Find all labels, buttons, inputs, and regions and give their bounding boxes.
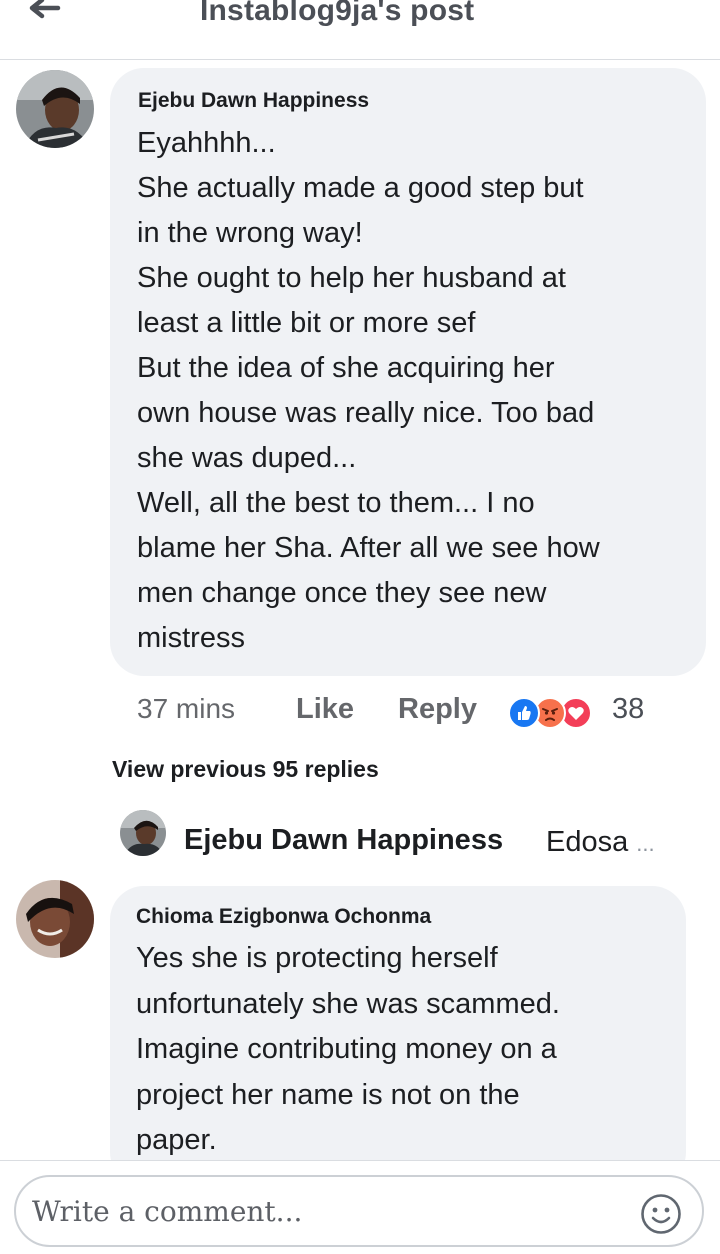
comment-line: men change once they see new (137, 577, 547, 609)
comment-line: mistress (137, 622, 245, 654)
comment-actions: 37 mins Like Reply 38 (0, 683, 720, 733)
reactions-summary[interactable] (508, 697, 600, 729)
like-reaction-icon (508, 697, 540, 729)
comment-composer-bar (0, 1160, 720, 1254)
comment-line: Well, all the best to them... I no (137, 487, 535, 519)
comment-text: Eyahhhh... She actually made a good step… (137, 121, 600, 661)
reaction-count[interactable]: 38 (612, 693, 644, 726)
avatar[interactable] (16, 880, 94, 958)
comment-line: in the wrong way! (137, 217, 363, 249)
comment-line: Eyahhhh... (137, 127, 276, 159)
comment-line: she was duped... (137, 442, 357, 474)
comment-line: blame her Sha. After all we see how (137, 532, 600, 564)
comment-line: But the idea of she acquiring her (137, 352, 555, 384)
comment-input[interactable] (32, 1189, 612, 1233)
arrow-left-icon (29, 0, 61, 19)
comment-line: paper. (136, 1124, 217, 1156)
like-button[interactable]: Like (296, 693, 354, 726)
reply-snippet: Edosa ... (546, 826, 655, 859)
comment-line: own house was really nice. Too bad (137, 397, 595, 429)
reply-snippet-text: Edosa (546, 826, 629, 858)
comment-bubble[interactable]: Ejebu Dawn Happiness Eyahhhh... She actu… (110, 68, 706, 676)
reply-ellipsis: ... (636, 831, 655, 856)
avatar (120, 810, 166, 856)
page-title: Instablog9ja's post (200, 0, 475, 27)
back-button[interactable] (22, 0, 70, 30)
comment-line: She actually made a good step but (137, 172, 584, 204)
comment-author[interactable]: Ejebu Dawn Happiness (138, 89, 369, 113)
comment-bubble[interactable]: Chioma Ezigbonwa Ochonma Yes she is prot… (110, 886, 686, 1186)
avatar[interactable] (16, 70, 94, 148)
comment-composer (14, 1175, 704, 1247)
view-previous-replies-link[interactable]: View previous 95 replies (112, 756, 379, 783)
reply-author[interactable]: Ejebu Dawn Happiness (184, 824, 503, 857)
comment-line: unfortunately she was scammed. (136, 987, 560, 1020)
emoji-smile-icon (641, 1194, 681, 1234)
comment-line: project her name is not on the (136, 1078, 520, 1111)
comment-line: least a little bit or more sef (137, 307, 476, 339)
comment-line: Yes she is protecting herself (136, 942, 498, 974)
reply-button[interactable]: Reply (398, 693, 477, 726)
reply-preview[interactable]: Ejebu Dawn Happiness Edosa ... (120, 808, 700, 858)
comment-line: Imagine contributing money on a (136, 1033, 557, 1065)
comment-timestamp[interactable]: 37 mins (137, 693, 235, 725)
post-header: Instablog9ja's post (0, 0, 720, 60)
comment-text: Yes she is protecting herself unfortunat… (136, 936, 560, 1164)
emoji-button[interactable] (640, 1193, 682, 1235)
comment-author[interactable]: Chioma Ezigbonwa Ochonma (136, 905, 431, 929)
comment-line: She ought to help her husband at (137, 262, 566, 294)
